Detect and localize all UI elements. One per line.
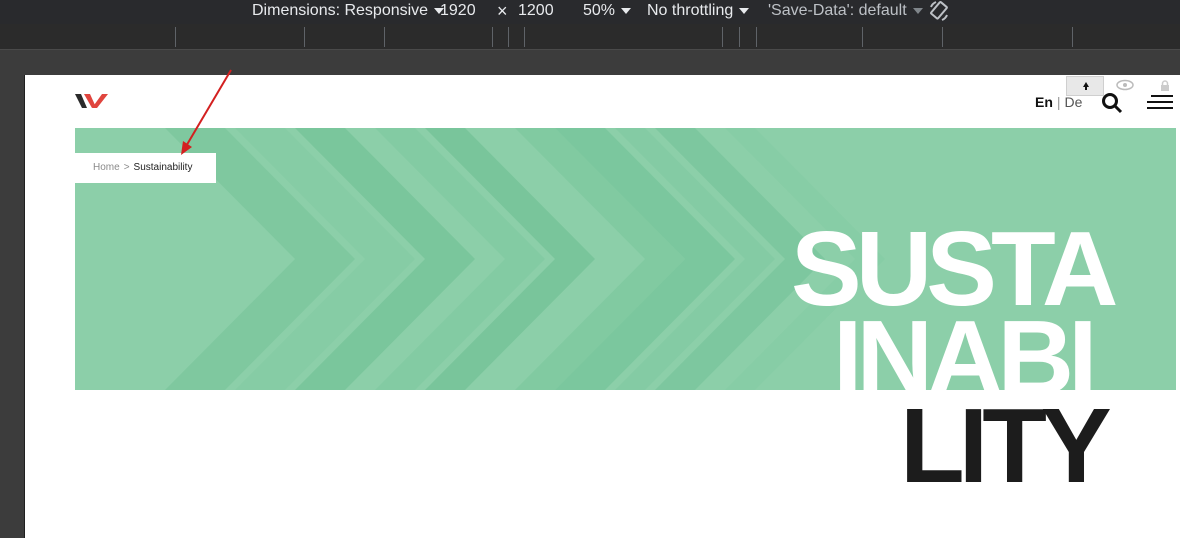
chevron-down-icon	[739, 7, 750, 14]
ruler-tick	[756, 27, 757, 47]
ruler-tick	[304, 27, 305, 47]
chevron-down-icon	[912, 7, 923, 14]
eye-icon[interactable]	[1114, 78, 1136, 97]
breadcrumb-separator: >	[123, 162, 130, 173]
save-data-dropdown[interactable]: 'Save-Data': default	[768, 1, 923, 21]
breadcrumb-current: Sustainability	[133, 162, 193, 173]
breadcrumb-home-link[interactable]: Home	[93, 162, 120, 173]
ruler-tick	[862, 27, 863, 47]
zoom-dropdown[interactable]: 50%	[583, 1, 632, 21]
site-logo[interactable]	[75, 91, 109, 116]
ruler-tick	[739, 27, 740, 47]
save-data-label: 'Save-Data': default	[768, 2, 907, 19]
throttling-dropdown[interactable]: No throttling	[647, 1, 750, 21]
devtools-overlay-controls	[1066, 76, 1180, 96]
devtools-device-toolbar: Dimensions: Responsive 1920 × 1200 50% N…	[0, 0, 1180, 24]
ruler-tick	[942, 27, 943, 47]
lang-separator: |	[1056, 94, 1061, 110]
ruler-tick	[508, 27, 509, 47]
hero-title-line-2: INABI	[833, 305, 1092, 390]
breadcrumb: Home > Sustainability	[75, 153, 216, 183]
hero-title-line-3: LITY	[900, 387, 1112, 505]
lang-en-link[interactable]: En	[1035, 94, 1053, 110]
dimensions-dropdown[interactable]: Dimensions: Responsive	[252, 1, 445, 21]
ruler-tick	[722, 27, 723, 47]
ruler-tick	[175, 27, 176, 47]
hamburger-menu-icon[interactable]	[1147, 95, 1173, 116]
ruler-tick	[1072, 27, 1073, 47]
height-input[interactable]: 1200	[518, 1, 554, 21]
width-input[interactable]: 1920	[440, 1, 476, 21]
ruler-tick	[492, 27, 493, 47]
lock-icon[interactable]	[1160, 79, 1170, 97]
ruler-tick	[524, 27, 525, 47]
swap-dimensions-icon[interactable]: ×	[497, 1, 508, 21]
chevron-down-icon	[621, 7, 632, 14]
media-query-ruler[interactable]	[0, 24, 1180, 50]
zoom-label: 50%	[583, 2, 616, 19]
scroll-top-button[interactable]	[1066, 76, 1104, 96]
ruler-tick	[384, 27, 385, 47]
dimensions-label: Dimensions: Responsive	[252, 2, 429, 19]
page-viewport: En | De Home > Sustainability SUSTA INABI	[24, 75, 1180, 538]
throttling-label: No throttling	[647, 2, 734, 19]
